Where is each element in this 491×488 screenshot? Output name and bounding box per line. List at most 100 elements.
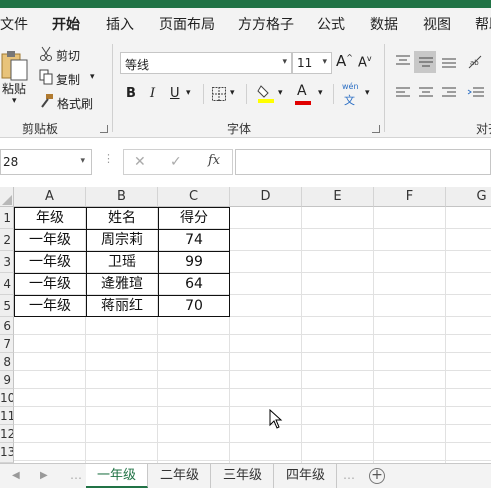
column-header-f[interactable]: F bbox=[374, 187, 446, 207]
tab-file[interactable]: 文件 bbox=[0, 14, 28, 34]
prev-sheet-icon[interactable]: ◀ bbox=[12, 470, 20, 481]
tab-scroll-ellipsis[interactable]: … bbox=[343, 468, 355, 482]
table-cell[interactable]: 逄雅瑄 bbox=[86, 273, 158, 295]
align-center-icon[interactable] bbox=[417, 86, 435, 100]
row-header[interactable]: 8 bbox=[0, 353, 14, 371]
worksheet-grid[interactable]: A B C D E F G 1 2 3 4 5 6 7 8 9 10 11 12… bbox=[0, 187, 491, 463]
font-launcher-icon[interactable] bbox=[372, 125, 380, 133]
tab-data[interactable]: 数据 bbox=[370, 14, 398, 34]
fill-color-icon[interactable] bbox=[256, 83, 276, 103]
clipboard-launcher-icon[interactable] bbox=[100, 125, 108, 133]
column-header-b[interactable]: B bbox=[86, 187, 158, 207]
table-header-cell[interactable]: 得分 bbox=[158, 207, 230, 229]
sheet-tab-grade-1[interactable]: 一年级 bbox=[86, 464, 148, 488]
table-cell[interactable]: 74 bbox=[158, 229, 230, 251]
row-header[interactable]: 1 bbox=[0, 207, 14, 229]
paste-dropdown-icon[interactable]: ▾ bbox=[12, 96, 17, 106]
insert-function-icon[interactable]: fx bbox=[208, 153, 220, 168]
column-header-e[interactable]: E bbox=[302, 187, 374, 207]
font-size-combo[interactable]: 11 ▾ bbox=[292, 52, 332, 74]
select-all-corner[interactable] bbox=[0, 187, 14, 207]
table-cell[interactable]: 蒋丽红 bbox=[86, 295, 158, 317]
table-cell[interactable]: 卫瑶 bbox=[86, 251, 158, 273]
borders-icon[interactable] bbox=[210, 86, 228, 102]
row-header[interactable]: 11 bbox=[0, 407, 14, 425]
row-header[interactable]: 12 bbox=[0, 425, 14, 443]
paste-icon[interactable] bbox=[0, 48, 30, 82]
row-header[interactable]: 6 bbox=[0, 317, 14, 335]
copy-icon[interactable] bbox=[38, 69, 54, 85]
paste-label[interactable]: 粘贴 bbox=[2, 80, 26, 97]
gridline bbox=[373, 207, 374, 463]
sheet-tab-grade-3[interactable]: 三年级 bbox=[212, 464, 274, 488]
cancel-icon[interactable]: ✕ bbox=[134, 154, 146, 170]
cut-label[interactable]: 剪切 bbox=[56, 47, 80, 64]
enter-icon[interactable]: ✓ bbox=[170, 154, 182, 170]
row-header[interactable]: 3 bbox=[0, 251, 14, 273]
formula-bar-resize-handle[interactable]: ⋮ bbox=[103, 152, 114, 165]
table-cell[interactable]: 周宗莉 bbox=[86, 229, 158, 251]
table-cell[interactable]: 一年级 bbox=[14, 251, 86, 273]
bold-button[interactable]: B bbox=[126, 86, 136, 101]
name-box-value: 28 bbox=[3, 155, 19, 169]
cut-icon[interactable] bbox=[38, 46, 54, 62]
italic-button[interactable]: I bbox=[150, 86, 155, 101]
row-header[interactable]: 5 bbox=[0, 295, 14, 317]
tab-scroll-ellipsis[interactable]: … bbox=[70, 468, 82, 482]
next-sheet-icon[interactable]: ▶ bbox=[40, 470, 48, 481]
tab-help[interactable]: 帮助 bbox=[475, 14, 491, 34]
column-header-a[interactable]: A bbox=[14, 187, 86, 207]
sheet-tab-grade-2[interactable]: 二年级 bbox=[149, 464, 211, 488]
font-name-combo[interactable]: 等线 ▾ bbox=[120, 52, 292, 74]
phonetic-dropdown-icon[interactable]: ▾ bbox=[365, 88, 370, 98]
underline-button[interactable]: U bbox=[170, 86, 180, 101]
align-middle-icon[interactable] bbox=[417, 55, 435, 69]
fill-color-dropdown-icon[interactable]: ▾ bbox=[278, 88, 283, 98]
table-cell[interactable]: 70 bbox=[158, 295, 230, 317]
table-header-cell[interactable]: 姓名 bbox=[86, 207, 158, 229]
table-cell[interactable]: 99 bbox=[158, 251, 230, 273]
row-header[interactable]: 2 bbox=[0, 229, 14, 251]
column-header-g[interactable]: G bbox=[446, 187, 491, 207]
align-right-icon[interactable] bbox=[440, 86, 458, 100]
row-header[interactable]: 4 bbox=[0, 273, 14, 295]
phonetic-icon[interactable]: wén bbox=[342, 82, 359, 91]
tab-home[interactable]: 开始 bbox=[52, 14, 80, 34]
copy-label[interactable]: 复制 bbox=[56, 71, 80, 88]
row-header[interactable]: 10 bbox=[0, 389, 14, 407]
orientation-icon[interactable]: ab bbox=[466, 54, 486, 70]
tab-insert[interactable]: 插入 bbox=[106, 14, 134, 34]
font-color-icon[interactable]: A bbox=[297, 83, 307, 99]
align-bottom-icon[interactable] bbox=[440, 55, 458, 69]
table-cell[interactable]: 一年级 bbox=[14, 273, 86, 295]
indent-icon[interactable] bbox=[466, 86, 486, 100]
align-left-icon[interactable] bbox=[394, 86, 412, 100]
align-top-icon[interactable] bbox=[394, 54, 412, 68]
row-header[interactable]: 7 bbox=[0, 335, 14, 353]
table-cell[interactable]: 64 bbox=[158, 273, 230, 295]
copy-dropdown-icon[interactable]: ▾ bbox=[90, 72, 95, 82]
column-header-d[interactable]: D bbox=[230, 187, 302, 207]
format-painter-icon[interactable] bbox=[38, 93, 56, 109]
chevron-down-icon: ▾ bbox=[282, 57, 287, 67]
format-painter-label[interactable]: 格式刷 bbox=[57, 95, 93, 112]
tab-page-layout[interactable]: 页面布局 bbox=[159, 14, 215, 34]
underline-dropdown-icon[interactable]: ▾ bbox=[186, 88, 191, 98]
borders-dropdown-icon[interactable]: ▾ bbox=[230, 88, 235, 98]
add-sheet-button[interactable]: + bbox=[369, 468, 385, 484]
tab-fangfang[interactable]: 方方格子 bbox=[238, 14, 294, 34]
name-box[interactable]: 28 ▾ bbox=[0, 149, 92, 175]
row-header[interactable]: 9 bbox=[0, 371, 14, 389]
row-header[interactable]: 13 bbox=[0, 443, 14, 463]
grow-font-icon[interactable]: A^ bbox=[336, 52, 353, 70]
table-header-cell[interactable]: 年级 bbox=[14, 207, 86, 229]
tab-view[interactable]: 视图 bbox=[423, 14, 451, 34]
font-color-dropdown-icon[interactable]: ▾ bbox=[318, 88, 323, 98]
table-cell[interactable]: 一年级 bbox=[14, 295, 86, 317]
column-header-c[interactable]: C bbox=[158, 187, 230, 207]
tab-formulas[interactable]: 公式 bbox=[317, 14, 345, 34]
shrink-font-icon[interactable]: Av bbox=[358, 54, 372, 70]
formula-input[interactable] bbox=[235, 149, 491, 175]
sheet-tab-grade-4[interactable]: 四年级 bbox=[275, 464, 337, 488]
table-cell[interactable]: 一年级 bbox=[14, 229, 86, 251]
